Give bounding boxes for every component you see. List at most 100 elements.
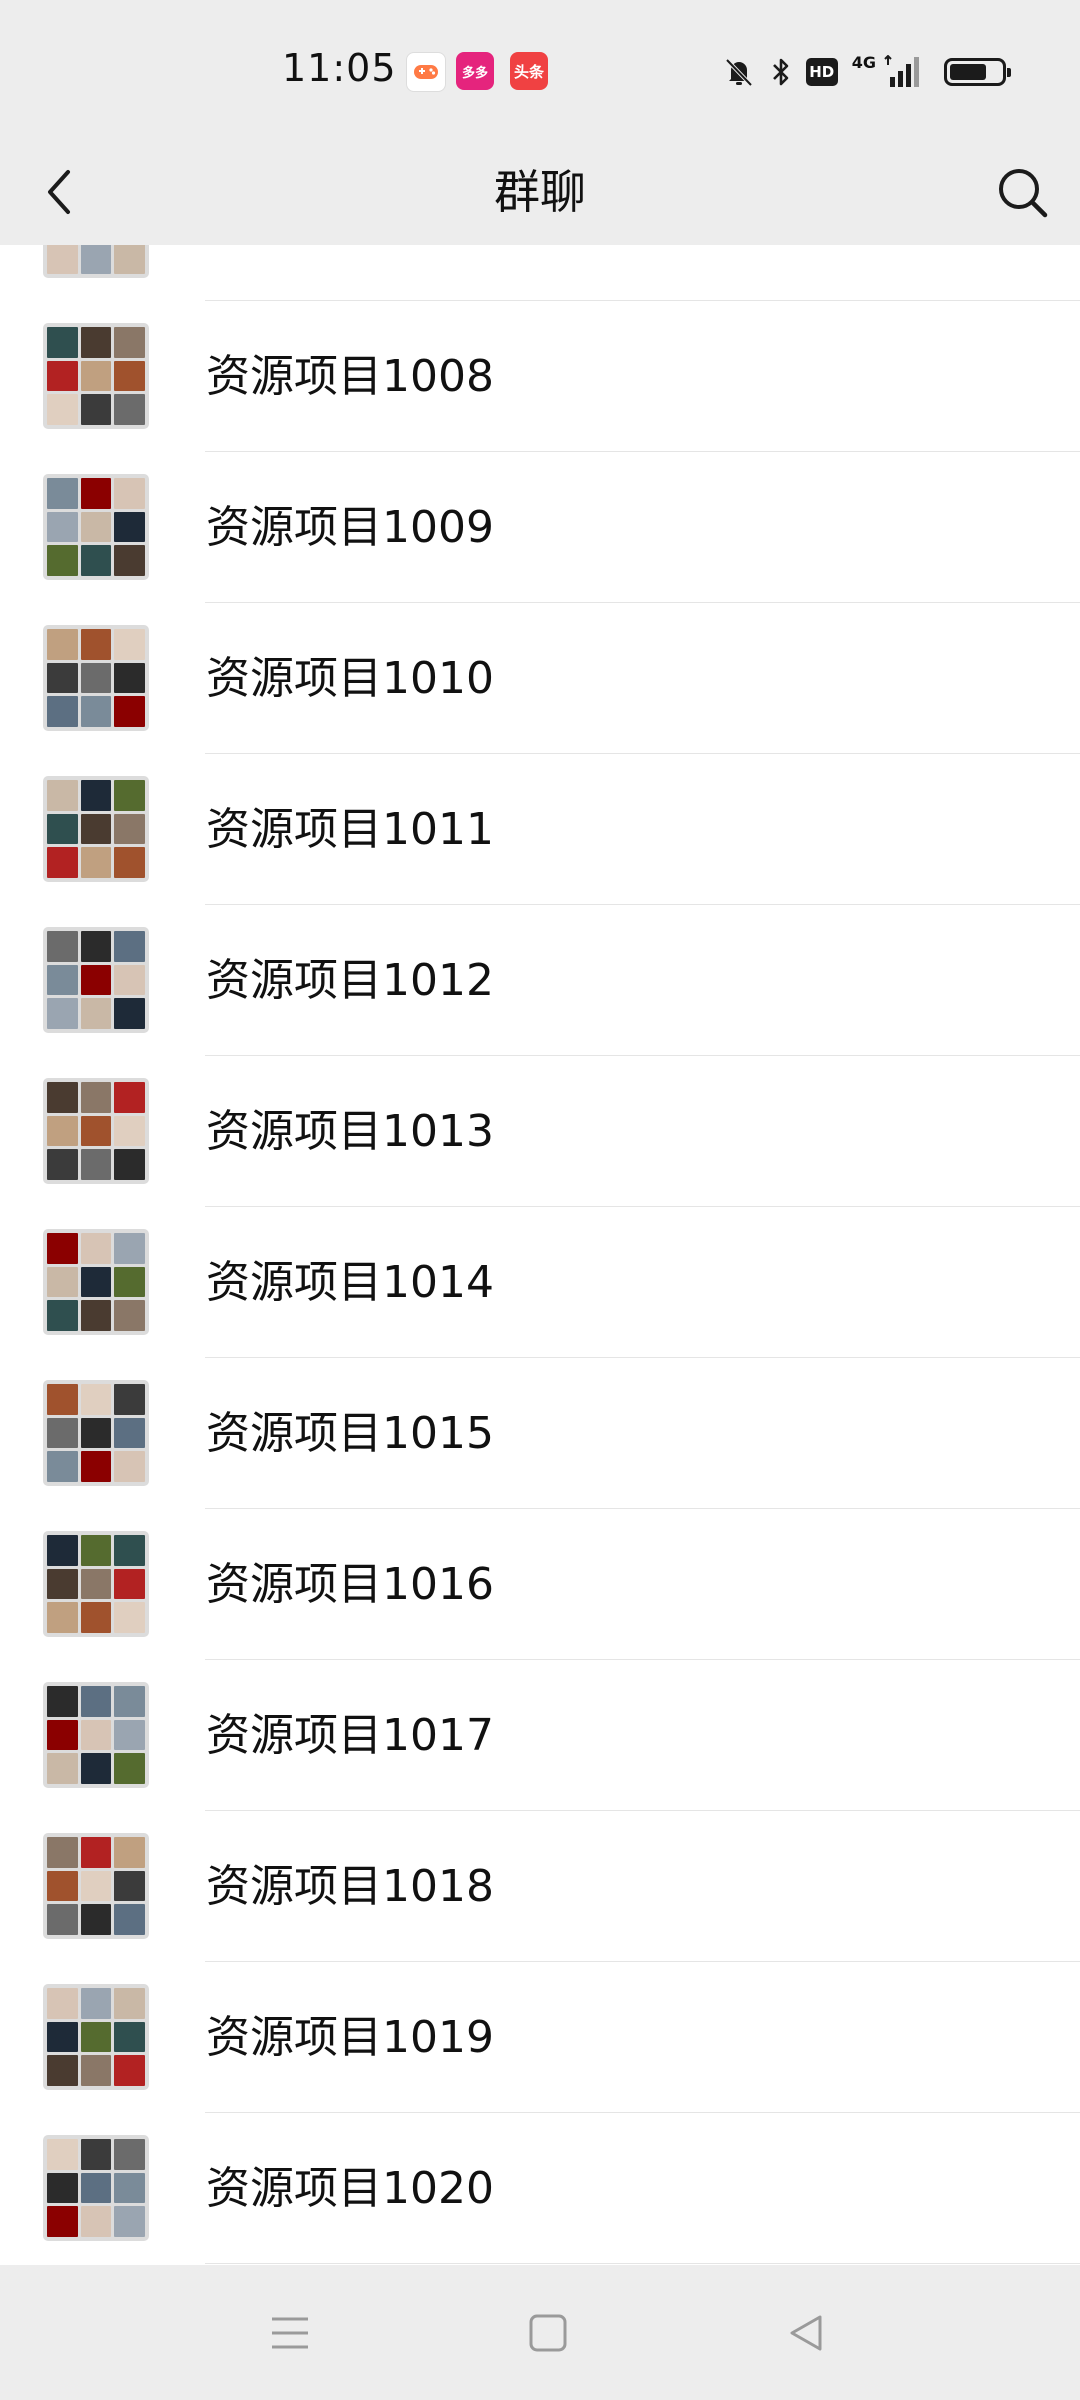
- group-avatar-member: [114, 964, 145, 996]
- group-avatar-member: [47, 1451, 78, 1482]
- group-avatar-member: [80, 662, 112, 694]
- group-avatar-member: [114, 511, 145, 543]
- group-avatar-member: [114, 1988, 145, 2019]
- group-avatar-member: [114, 1904, 145, 1935]
- group-avatar: [43, 927, 149, 1033]
- group-avatar-member: [47, 1417, 78, 1449]
- group-list-item[interactable]: 资源项目1011: [0, 754, 1080, 905]
- group-list-item[interactable]: 资源项目1010: [0, 603, 1080, 754]
- group-avatar-member: [114, 780, 145, 811]
- group-avatar-member: [47, 545, 78, 576]
- network-type: 4G: [851, 52, 876, 72]
- mute-bell-icon: [722, 55, 756, 89]
- group-name: 资源项目1019: [206, 2012, 494, 2063]
- group-avatar-member: [47, 360, 78, 392]
- group-avatar-member: [47, 1686, 78, 1717]
- group-avatar-member: [114, 1568, 145, 1600]
- group-list-item[interactable]: 资源项目1013: [0, 1056, 1080, 1207]
- group-avatar-member: [47, 1300, 78, 1331]
- group-list-item[interactable]: 资源项目1009: [0, 452, 1080, 603]
- back-triangle-icon: [790, 2315, 822, 2351]
- group-avatar-member: [47, 1384, 78, 1415]
- group-avatar-member: [47, 813, 78, 845]
- group-avatar-member: [47, 2055, 78, 2086]
- group-list-item[interactable]: 资源项目1007: [0, 245, 1080, 301]
- group-avatar-member: [80, 511, 112, 543]
- group-avatar: [43, 776, 149, 882]
- group-avatar-member: [80, 1837, 112, 1868]
- group-avatar-member: [80, 1384, 112, 1415]
- group-avatar-member: [114, 545, 145, 576]
- group-avatar-member: [80, 2021, 112, 2053]
- group-avatar-member: [47, 847, 78, 878]
- group-avatar-member: [114, 1686, 145, 1717]
- group-avatar-member: [114, 1417, 145, 1449]
- group-avatar-member: [80, 2055, 112, 2086]
- group-avatar-member: [114, 847, 145, 878]
- group-list-item[interactable]: 资源项目1018: [0, 1811, 1080, 1962]
- toutiao-icon: 头条: [510, 52, 548, 90]
- group-avatar-member: [114, 998, 145, 1029]
- pinduoduo-icon-label: 多多: [461, 65, 488, 81]
- group-avatar-member: [114, 1451, 145, 1482]
- group-avatar-member: [114, 1837, 145, 1868]
- group-avatar-member: [80, 2139, 112, 2170]
- game-center-icon: [406, 52, 446, 92]
- group-avatar-member: [80, 1904, 112, 1935]
- group-avatar-member: [114, 696, 145, 727]
- recent-apps-button[interactable]: [258, 2301, 322, 2365]
- group-avatar-member: [114, 360, 145, 392]
- group-avatar-member: [114, 1233, 145, 1264]
- system-back-button[interactable]: [774, 2301, 838, 2365]
- group-list-item[interactable]: 资源项目1020: [0, 2113, 1080, 2264]
- group-avatar-member: [80, 931, 112, 962]
- group-avatar-member: [114, 1082, 145, 1113]
- group-avatar-member: [80, 1870, 112, 1902]
- search-button[interactable]: [990, 160, 1056, 226]
- search-icon: [999, 169, 1048, 218]
- group-avatar-member: [114, 1115, 145, 1147]
- group-avatar-member: [47, 1568, 78, 1600]
- group-avatar-member: [114, 1753, 145, 1784]
- group-list-item[interactable]: 资源项目1014: [0, 1207, 1080, 1358]
- home-button[interactable]: [516, 2301, 580, 2365]
- group-avatar: [43, 1229, 149, 1335]
- menu-icon: [272, 2317, 308, 2349]
- group-list-item[interactable]: 资源项目1019: [0, 1962, 1080, 2113]
- group-avatar-member: [80, 1451, 112, 1482]
- group-name: 资源项目1007: [206, 245, 494, 301]
- group-list-item[interactable]: 资源项目1008: [0, 301, 1080, 452]
- group-chat-list[interactable]: 资源项目1007 资源项目1008 资源项目1009 资源项目1010 资源项目1011…: [0, 245, 1080, 2265]
- group-avatar-member: [80, 545, 112, 576]
- group-avatar-member: [114, 1384, 145, 1415]
- group-name: 资源项目1017: [206, 1710, 494, 1761]
- group-avatar-member: [80, 813, 112, 845]
- group-avatar: [43, 1531, 149, 1637]
- group-avatar-member: [47, 1753, 78, 1784]
- group-avatar-member: [114, 394, 145, 425]
- group-avatar-member: [47, 780, 78, 811]
- group-list-item[interactable]: 资源项目1017: [0, 1660, 1080, 1811]
- group-avatar-member: [80, 1300, 112, 1331]
- group-avatar-member: [80, 964, 112, 996]
- group-avatar-member: [80, 696, 112, 727]
- group-list-item[interactable]: 资源项目1015: [0, 1358, 1080, 1509]
- group-avatar-member: [80, 998, 112, 1029]
- group-avatar-member: [47, 2021, 78, 2053]
- group-avatar: [43, 2135, 149, 2241]
- group-avatar-member: [114, 327, 145, 358]
- group-avatar-member: [47, 1266, 78, 1298]
- bluetooth-icon: [770, 55, 792, 89]
- group-list-item[interactable]: 资源项目1012: [0, 905, 1080, 1056]
- group-avatar-member: [47, 629, 78, 660]
- group-avatar-member: [114, 2172, 145, 2204]
- group-avatar: [43, 245, 149, 278]
- system-nav-bar: [0, 2265, 1080, 2400]
- home-icon: [529, 2314, 567, 2352]
- battery-icon: [944, 58, 1011, 86]
- group-name: 资源项目1008: [206, 351, 494, 402]
- group-avatar-member: [47, 1115, 78, 1147]
- group-name: 资源项目1012: [206, 955, 494, 1006]
- group-avatar-member: [47, 1149, 78, 1180]
- group-list-item[interactable]: 资源项目1016: [0, 1509, 1080, 1660]
